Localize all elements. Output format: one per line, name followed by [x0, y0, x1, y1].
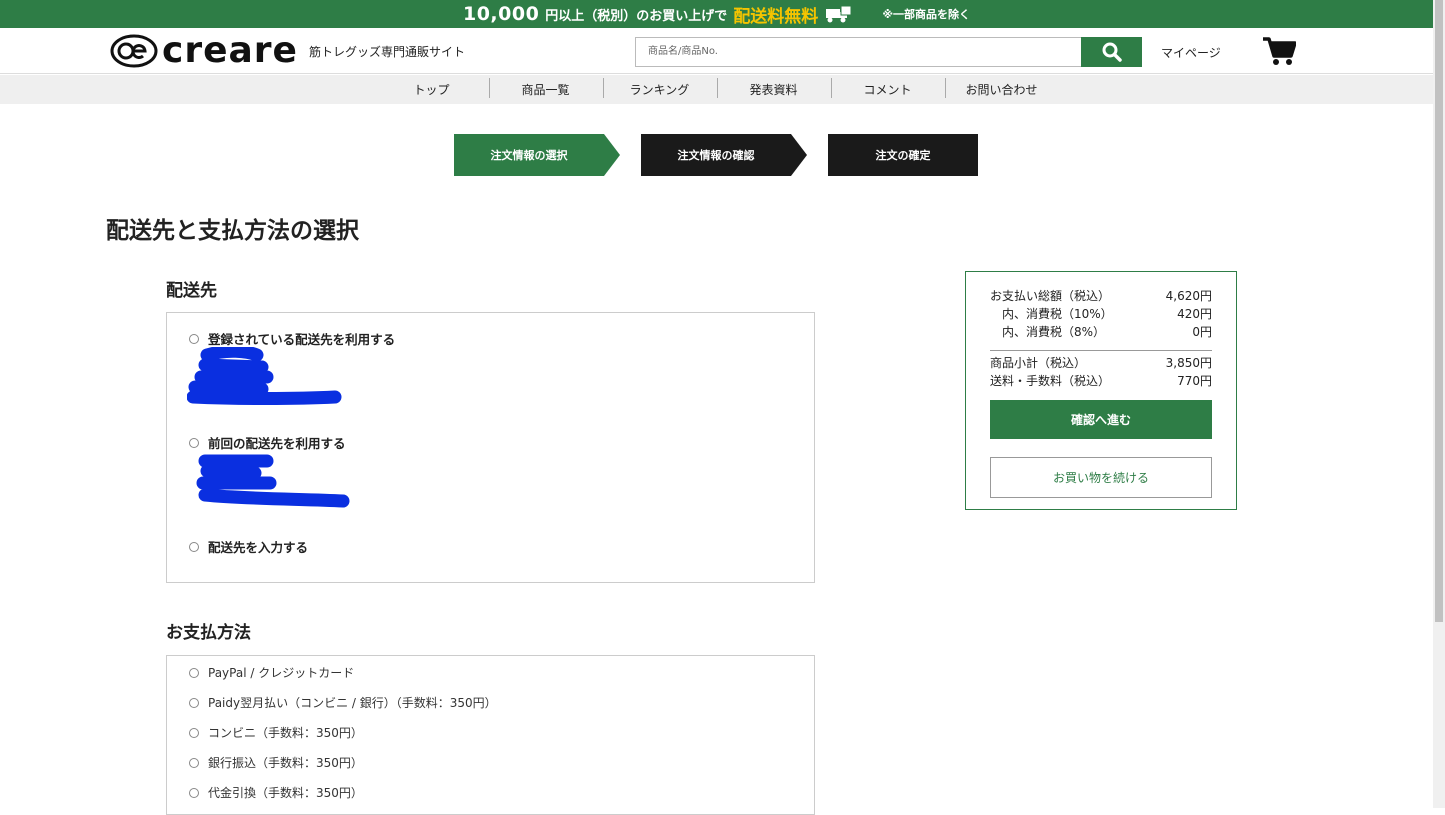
mypage-link[interactable]: マイページ [1161, 44, 1221, 61]
site-header: creare 筋トレグッズ専門通販サイト 商品名/商品No. マイページ [0, 28, 1433, 74]
payment-option-bank[interactable]: 銀行振込（手数料：350円） [189, 754, 363, 771]
shipping-option-label: 配送先を入力する [208, 540, 309, 555]
site-logo[interactable]: creare [110, 30, 298, 71]
radio-button[interactable] [189, 541, 199, 552]
radio-button[interactable] [189, 697, 199, 708]
nav-top[interactable]: トップ [375, 81, 489, 98]
nav-contact[interactable]: お問い合わせ [944, 78, 1059, 98]
summary-shipping-label: 送料・手数料（税込） [990, 374, 1111, 388]
shipping-option-registered[interactable]: 登録されている配送先を利用する [189, 329, 395, 348]
payment-option-label: コンビニ（手数料：350円） [208, 726, 363, 740]
banner-text: 円以上（税別）のお買い上げで [545, 8, 728, 24]
radio-button[interactable] [189, 437, 199, 448]
free-shipping-banner: 10,000 円以上（税別）のお買い上げで 配送料無料 ※一部商品を除く [0, 0, 1433, 28]
scrollbar-thumb[interactable] [1435, 0, 1443, 622]
summary-subtotal-label: 商品小計（税込） [990, 356, 1087, 370]
main-nav: トップ 商品一覧 ランキング 発表資料 コメント お問い合わせ [0, 75, 1433, 104]
payment-option-label: 銀行振込（手数料：350円） [208, 756, 363, 770]
shipping-option-label: 前回の配送先を利用する [208, 436, 346, 451]
summary-tax8-row: 内、消費税（8%） 0円 [990, 323, 1212, 340]
redaction-scribble [187, 347, 342, 405]
payment-option-label: 代金引換（手数料：350円） [208, 786, 363, 800]
payment-title: お支払方法 [166, 623, 251, 643]
search-input[interactable]: 商品名/商品No. [635, 37, 1082, 67]
radio-button[interactable] [189, 727, 199, 738]
step-complete: 注文の確定 [828, 134, 978, 176]
continue-shopping-button[interactable]: お買い物を続ける [990, 457, 1212, 498]
nav-comments[interactable]: コメント [830, 78, 945, 98]
summary-subtotal-value: 3,850円 [1165, 356, 1212, 370]
summary-total-value: 4,620円 [1165, 289, 1212, 303]
summary-divider [990, 350, 1212, 351]
summary-total-row: お支払い総額（税込） 4,620円 [990, 287, 1212, 304]
summary-tax10-value: 420円 [1177, 307, 1212, 321]
shipping-title: 配送先 [166, 281, 217, 301]
nav-presentations[interactable]: 発表資料 [716, 78, 831, 98]
summary-tax8-label: 内、消費税（8%） [1002, 325, 1106, 339]
shipping-option-label: 登録されている配送先を利用する [208, 332, 396, 347]
nav-products[interactable]: 商品一覧 [488, 78, 603, 98]
shipping-option-previous[interactable]: 前回の配送先を利用する [189, 433, 346, 452]
redaction-scribble [196, 454, 350, 508]
summary-subtotal-row: 商品小計（税込） 3,850円 [990, 354, 1212, 371]
search-icon [1102, 42, 1122, 62]
radio-button[interactable] [189, 757, 199, 768]
shipping-box: 登録されている配送先を利用する 前回の配送先を利用する 配送先を入力する [166, 312, 815, 583]
confirm-button[interactable]: 確認へ進む [990, 400, 1212, 439]
payment-option-paypal[interactable]: PayPal / クレジットカード [189, 664, 354, 681]
site-tagline: 筋トレグッズ専門通販サイト [309, 45, 466, 59]
radio-button[interactable] [189, 787, 199, 798]
order-summary: お支払い総額（税込） 4,620円 内、消費税（10%） 420円 内、消費税（… [965, 271, 1237, 510]
logo-text: creare [162, 30, 298, 71]
step-select: 注文情報の選択 [454, 134, 620, 176]
payment-option-cod[interactable]: 代金引換（手数料：350円） [189, 784, 363, 801]
radio-button[interactable] [189, 333, 199, 344]
logo-mark-icon [110, 34, 158, 68]
summary-tax8-value: 0円 [1192, 325, 1212, 339]
page-title: 配送先と支払方法の選択 [106, 218, 359, 244]
payment-box: PayPal / クレジットカード Paidy翌月払い（コンビニ / 銀行）（手… [166, 655, 815, 815]
banner-amount: 10,000 [462, 3, 540, 25]
payment-option-label: PayPal / クレジットカード [208, 666, 355, 680]
cart-icon[interactable] [1262, 36, 1296, 66]
summary-total-label: お支払い総額（税込） [990, 289, 1111, 303]
summary-tax10-row: 内、消費税（10%） 420円 [990, 305, 1212, 322]
payment-option-paidy[interactable]: Paidy翌月払い（コンビニ / 銀行）（手数料：350円） [189, 694, 497, 711]
truck-icon [826, 5, 852, 23]
shipping-option-new[interactable]: 配送先を入力する [189, 537, 308, 556]
page-scrollbar[interactable] [1433, 0, 1445, 808]
search-button[interactable] [1081, 37, 1142, 67]
step-confirm: 注文情報の確認 [641, 134, 807, 176]
banner-free-shipping: 配送料無料 [733, 6, 819, 27]
nav-ranking[interactable]: ランキング [602, 78, 717, 98]
payment-option-label: Paidy翌月払い（コンビニ / 銀行）（手数料：350円） [208, 696, 497, 710]
summary-tax10-label: 内、消費税（10%） [1002, 307, 1113, 321]
summary-shipping-value: 770円 [1177, 374, 1212, 388]
banner-note: ※一部商品を除く [882, 8, 971, 21]
search-placeholder: 商品名/商品No. [648, 46, 718, 57]
summary-shipping-row: 送料・手数料（税込） 770円 [990, 372, 1212, 389]
radio-button[interactable] [189, 667, 199, 678]
payment-option-convenience[interactable]: コンビニ（手数料：350円） [189, 724, 363, 741]
